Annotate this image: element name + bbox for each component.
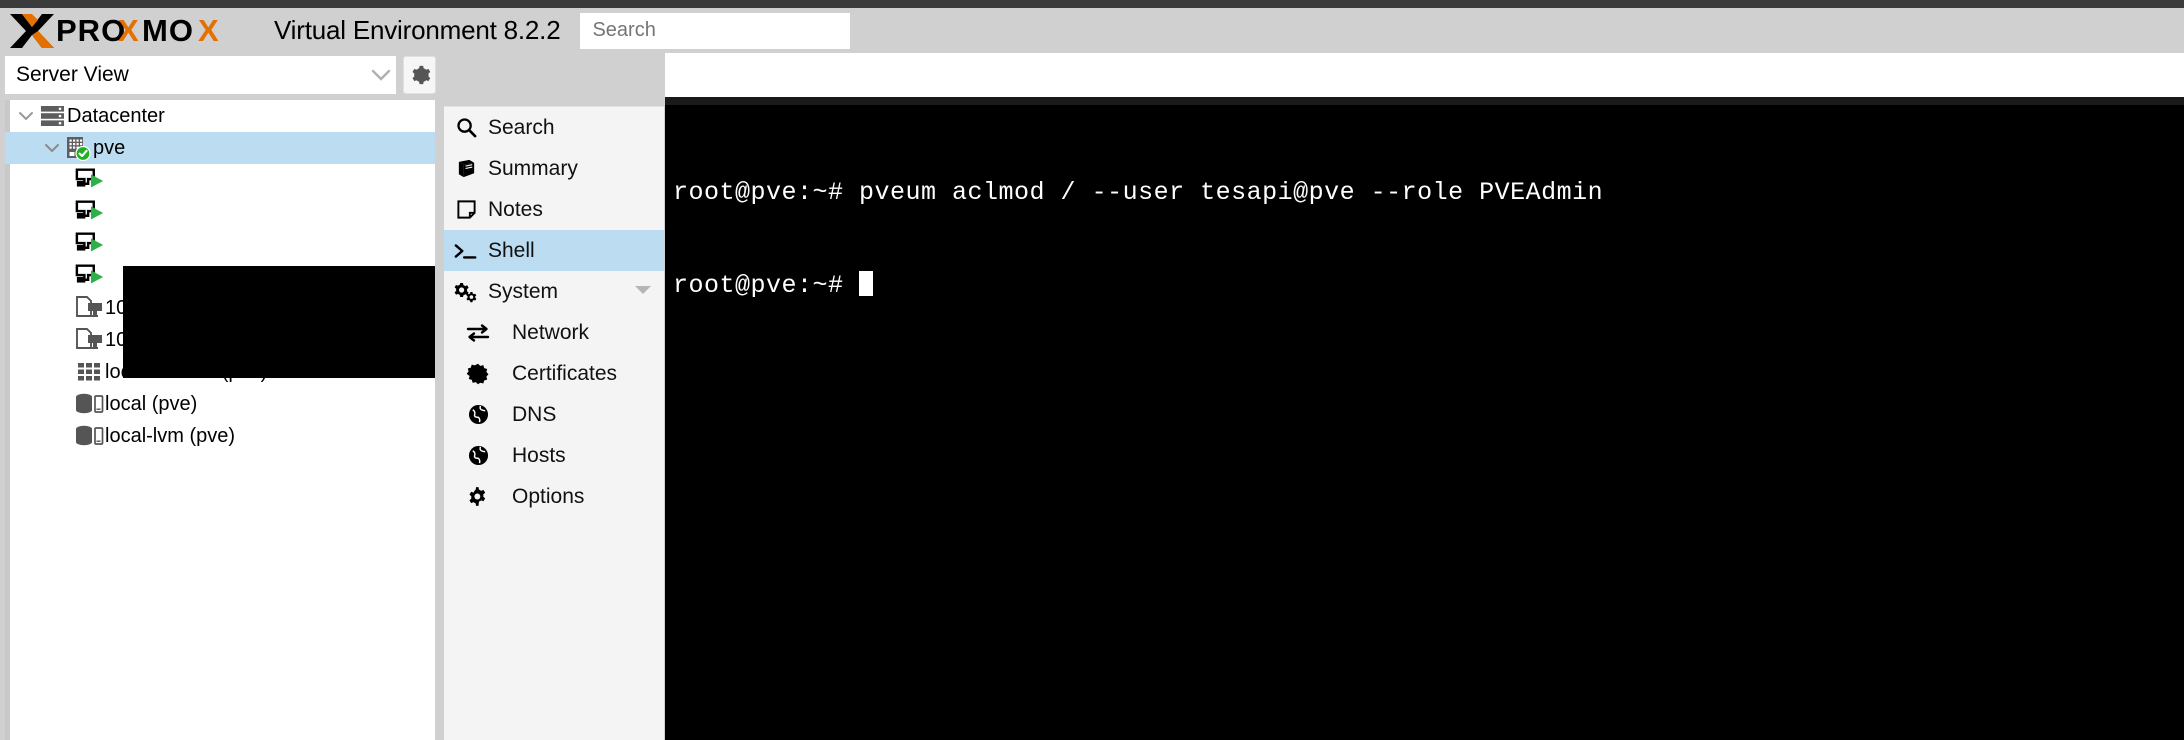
resource-tree[interactable]: Datacenter — [5, 100, 435, 740]
node-menu[interactable]: Search Summary Notes Shell — [444, 106, 664, 740]
menu-item-label: Search — [488, 116, 555, 140]
product-version-label: Virtual Environment 8.2.2 — [274, 15, 560, 46]
menu-item-label: DNS — [512, 403, 556, 427]
book-icon — [444, 158, 488, 179]
left-sidebar: Server View — [0, 53, 440, 740]
node-online-icon — [63, 135, 93, 161]
tree-item-vm-redacted-1[interactable] — [5, 164, 435, 196]
terminal-line-2: root@pve:~# — [673, 270, 2184, 301]
chevron-down-icon[interactable] — [41, 143, 63, 154]
gear-icon — [409, 64, 431, 86]
tree-item-label: local-lvm (pve) — [105, 425, 235, 448]
menu-item-notes[interactable]: Notes — [444, 189, 664, 230]
menu-item-system[interactable]: System — [444, 271, 664, 312]
certificate-icon — [444, 363, 512, 385]
svg-text:X: X — [118, 14, 140, 48]
node-menu-column: Search Summary Notes Shell — [440, 53, 665, 740]
tree-item-label: pve — [93, 137, 125, 160]
terminal-top-bezel — [665, 97, 2184, 105]
menu-item-label: Hosts — [512, 444, 566, 468]
view-selector-label: Server View — [5, 63, 366, 87]
sdn-grid-icon — [75, 361, 105, 383]
storage-icon — [75, 392, 105, 416]
proxmox-logo[interactable]: PRO X MO X — [8, 12, 268, 50]
chevron-down-icon[interactable] — [15, 111, 37, 122]
window-top-strip — [0, 0, 2184, 8]
tree-item-label: local (pve) — [105, 393, 197, 416]
gear-icon — [444, 486, 512, 507]
vm-template-icon — [75, 296, 105, 320]
storage-icon — [75, 424, 105, 448]
terminal-prompt-icon — [444, 241, 488, 261]
menu-item-network[interactable]: Network — [444, 312, 664, 353]
menu-item-options[interactable]: Options — [444, 476, 664, 517]
settings-button[interactable] — [403, 56, 436, 94]
terminal-line-1: root@pve:~# pveum aclmod / --user tesapi… — [673, 177, 2184, 208]
menu-item-search[interactable]: Search — [444, 107, 664, 148]
cogs-icon — [444, 281, 488, 303]
vm-running-icon — [75, 168, 105, 192]
global-search-input[interactable] — [580, 13, 850, 49]
chevron-down-icon[interactable] — [634, 283, 652, 301]
svg-text:PRO: PRO — [56, 14, 126, 48]
proxmox-wordmark-icon: PRO X MO X — [56, 14, 268, 48]
shell-terminal[interactable]: root@pve:~# pveum aclmod / --user tesapi… — [665, 105, 2184, 740]
menu-item-label: Summary — [488, 157, 578, 181]
svg-text:MO: MO — [142, 14, 194, 48]
proxmox-x-mark-icon — [8, 12, 56, 50]
menu-item-label: Shell — [488, 239, 535, 263]
datacenter-icon — [37, 105, 67, 127]
view-selector[interactable]: Server View — [5, 56, 396, 94]
exchange-arrows-icon — [444, 323, 512, 343]
menu-item-dns[interactable]: DNS — [444, 394, 664, 435]
tree-item-datacenter[interactable]: Datacenter — [5, 100, 435, 132]
vm-template-icon — [75, 328, 105, 352]
menu-item-label: Certificates — [512, 362, 617, 386]
tree-item-vm-redacted-3[interactable] — [5, 228, 435, 260]
proxmox-web-ui: PRO X MO X Virtual Environment 8.2.2 Ser… — [0, 0, 2184, 740]
svg-text:X: X — [198, 14, 220, 48]
globe-icon — [444, 404, 512, 425]
tree-item-label: Datacenter — [67, 105, 165, 128]
terminal-prompt: root@pve:~# — [673, 271, 859, 300]
vm-running-icon — [75, 200, 105, 224]
vm-running-icon — [75, 232, 105, 256]
tree-item-storage-local[interactable]: local (pve) — [5, 388, 435, 420]
terminal-cursor — [859, 271, 873, 296]
menu-item-summary[interactable]: Summary — [444, 148, 664, 189]
search-icon — [444, 117, 488, 138]
tree-item-storage-local-lvm[interactable]: local-lvm (pve) — [5, 420, 435, 452]
menu-item-label: Notes — [488, 198, 543, 222]
chevron-down-icon — [366, 56, 396, 94]
app-header: PRO X MO X Virtual Environment 8.2.2 — [0, 8, 2184, 53]
menu-item-shell[interactable]: Shell — [444, 230, 664, 271]
tree-item-vm-redacted-2[interactable] — [5, 196, 435, 228]
menu-item-label: Options — [512, 485, 584, 509]
redaction-block — [123, 266, 435, 378]
menu-item-label: Network — [512, 321, 589, 345]
globe-icon — [444, 445, 512, 466]
menu-item-certificates[interactable]: Certificates — [444, 353, 664, 394]
vm-running-icon — [75, 264, 105, 288]
menu-item-label: System — [488, 280, 558, 304]
tree-item-pve[interactable]: pve — [5, 132, 435, 164]
menu-item-hosts[interactable]: Hosts — [444, 435, 664, 476]
note-icon — [444, 199, 488, 220]
